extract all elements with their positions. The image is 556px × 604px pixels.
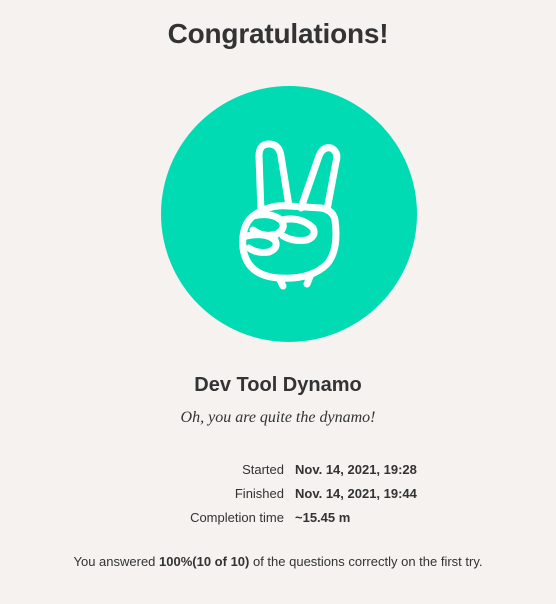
badge-circle	[161, 86, 417, 342]
summary-suffix: of the questions correctly on the first …	[249, 554, 483, 569]
page-title: Congratulations!	[167, 18, 389, 49]
stat-value: Nov. 14, 2021, 19:28	[295, 462, 417, 477]
stat-label: Finished	[234, 486, 284, 501]
stat-value: Nov. 14, 2021, 19:44	[295, 486, 417, 501]
stat-value: ~15.45 m	[295, 510, 351, 525]
stat-label: Started	[242, 462, 284, 477]
badge-name: Dev Tool Dynamo	[194, 374, 362, 396]
stat-row-finished: Finished Nov. 14, 2021, 19:44	[0, 483, 556, 507]
summary-score: 100%	[159, 554, 193, 569]
stat-row-completion-time: Completion time ~15.45 m	[0, 507, 556, 531]
summary-count: (10 of 10)	[192, 554, 250, 569]
results-summary: You answered 100%(10 of 10) of the quest…	[0, 554, 556, 569]
badge-description: Oh, you are quite the dynamo!	[180, 409, 376, 426]
stat-label: Completion time	[190, 510, 284, 525]
quiz-results-page: Congratulations! Dev Tool Dynamo Oh, you…	[0, 0, 556, 604]
summary-prefix: You answered	[73, 554, 160, 569]
stat-row-started: Started Nov. 14, 2021, 19:28	[0, 459, 556, 483]
stats-table: Started Nov. 14, 2021, 19:28 Finished No…	[0, 459, 556, 531]
